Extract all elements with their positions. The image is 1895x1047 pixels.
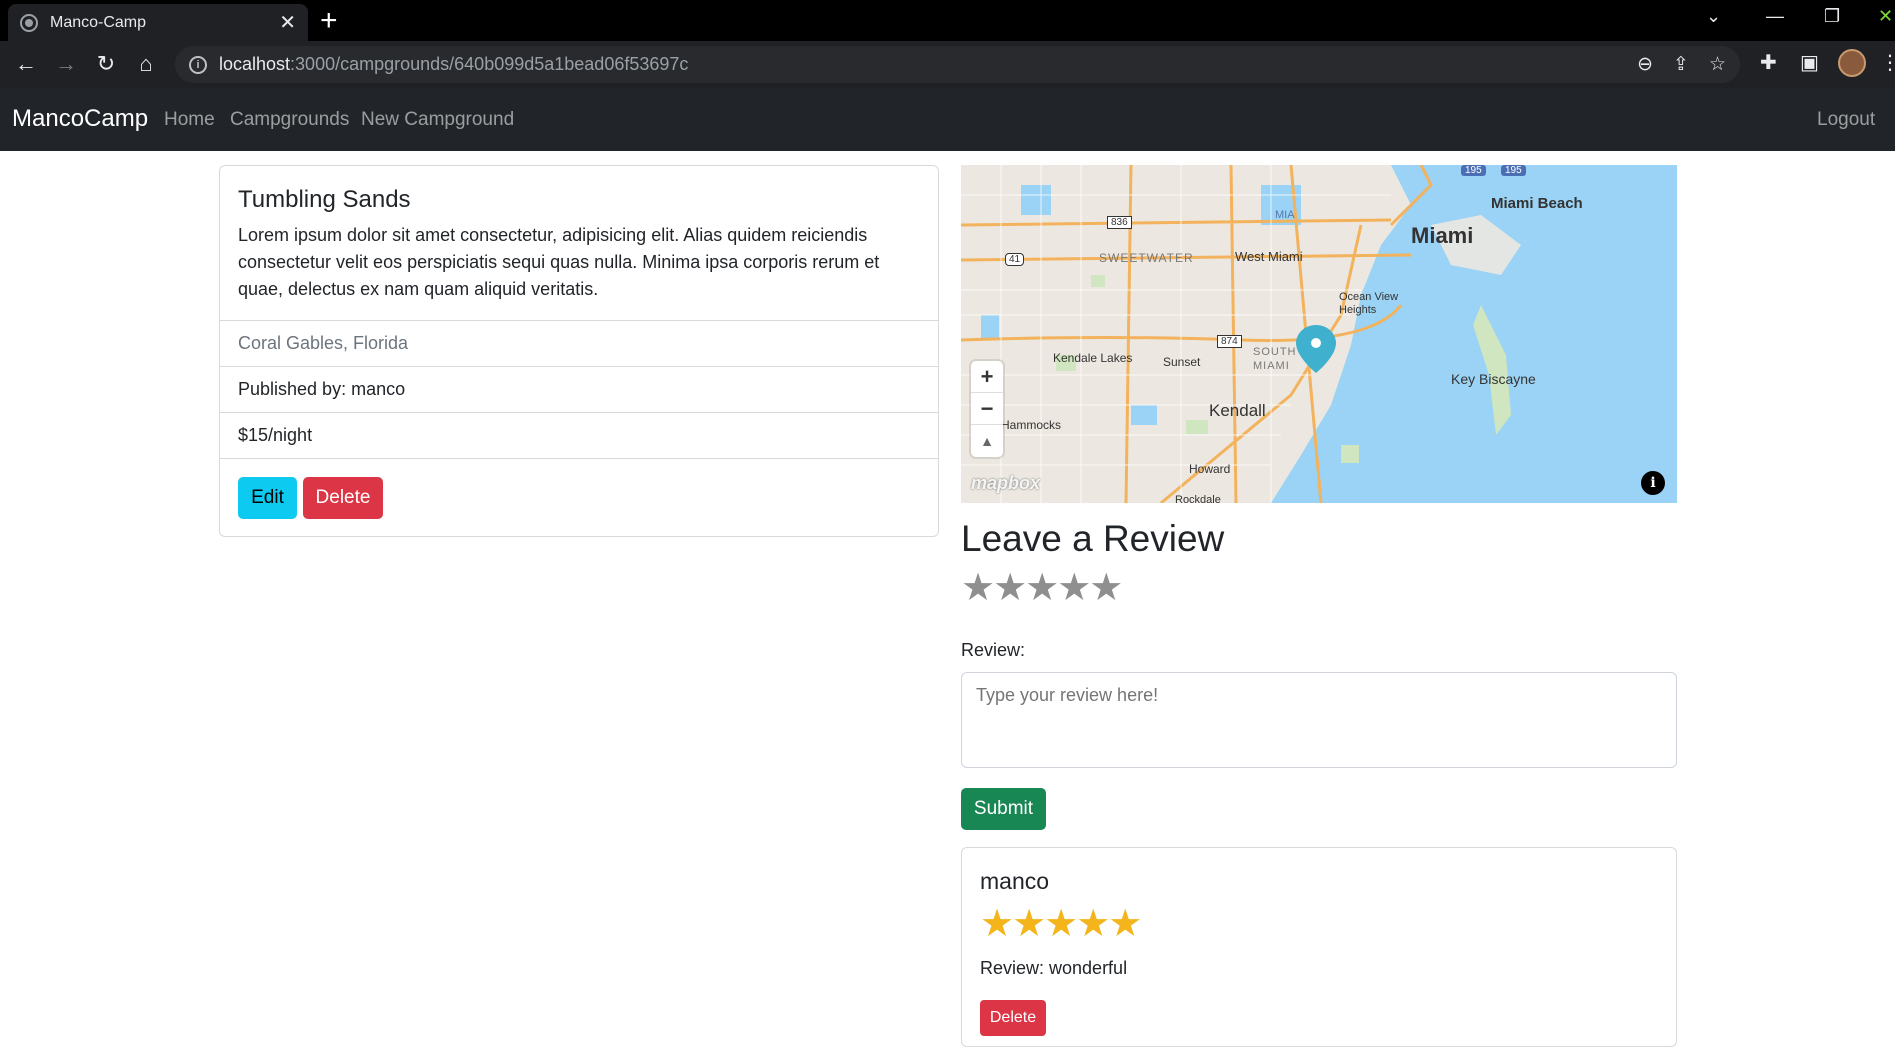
- map-label: Key Biscayne: [1451, 371, 1536, 387]
- map-label: Kendall: [1209, 401, 1266, 420]
- tab-search-icon[interactable]: ⌄: [1706, 6, 1721, 27]
- campground-map[interactable]: Miami Beach Miami MIA West Miami SWEETWA…: [961, 165, 1677, 503]
- browser-toolbar: ← → ↻ ⌂ i localhost:3000/campgrounds/640…: [0, 41, 1895, 88]
- map-label: SWEETWATER: [1099, 251, 1194, 265]
- map-label: Sunset: [1163, 355, 1201, 369]
- site-navbar: MancoCamp Home Campgrounds New Campgroun…: [0, 88, 1895, 151]
- route-shield: 836: [1107, 216, 1132, 229]
- map-label: Kendale Lakes: [1053, 351, 1133, 365]
- nav-link-campgrounds[interactable]: Campgrounds: [230, 109, 349, 131]
- profile-avatar[interactable]: [1838, 49, 1866, 77]
- reload-icon[interactable]: ↻: [92, 51, 120, 77]
- review-text: Review: wonderful: [980, 958, 1128, 978]
- campground-description: Lorem ipsum dolor sit amet consectetur, …: [238, 225, 880, 299]
- zoom-icon[interactable]: ⊖: [1637, 53, 1653, 76]
- zoom-in-icon[interactable]: +: [971, 361, 1003, 393]
- tab-close-icon[interactable]: ✕: [279, 10, 296, 35]
- puzzle-icon[interactable]: ✚: [1760, 50, 1777, 75]
- tab-title: Manco-Camp: [50, 13, 147, 31]
- mapbox-logo[interactable]: mapbox: [971, 473, 1040, 494]
- brand-logo[interactable]: MancoCamp: [12, 105, 148, 133]
- route-shield: 195: [1501, 165, 1526, 176]
- map-navigation-control: + − ▲: [971, 361, 1003, 457]
- route-shield: 874: [1217, 335, 1242, 348]
- sidepanel-icon[interactable]: ▣: [1800, 50, 1819, 75]
- campground-card: Tumbling Sands Lorem ipsum dolor sit ame…: [219, 165, 939, 537]
- map-attribution-info-icon[interactable]: i: [1641, 471, 1665, 495]
- nav-link-new-campground[interactable]: New Campground: [361, 109, 514, 131]
- back-icon[interactable]: ←: [12, 51, 40, 77]
- site-info-icon[interactable]: i: [189, 55, 207, 74]
- logout-link[interactable]: Logout: [1817, 109, 1875, 131]
- bookmark-star-icon[interactable]: ☆: [1709, 53, 1726, 76]
- url-host: localhost: [219, 54, 291, 74]
- zoom-out-icon[interactable]: −: [971, 393, 1003, 425]
- share-icon[interactable]: ⇪: [1673, 53, 1689, 76]
- campground-author: Published by: manco: [220, 366, 938, 412]
- delete-review-button[interactable]: Delete: [980, 1000, 1046, 1036]
- close-window-icon[interactable]: ✕: [1878, 6, 1893, 27]
- restore-icon[interactable]: ❐: [1824, 6, 1840, 27]
- submit-review-button[interactable]: Submit: [961, 788, 1046, 830]
- rating-star-input[interactable]: ★★★★★: [961, 568, 1123, 608]
- review-rating-stars: ★★★★★: [980, 903, 1142, 945]
- route-shield: 195: [1461, 165, 1486, 176]
- browser-tab[interactable]: Manco-Camp ✕: [8, 4, 308, 41]
- campground-price: $15/night: [220, 412, 938, 458]
- review-textarea[interactable]: [961, 672, 1677, 768]
- map-label: MIA: [1275, 209, 1295, 221]
- review-author: manco: [980, 868, 1050, 894]
- map-label: Miami: [1411, 223, 1474, 248]
- forward-icon[interactable]: →: [52, 51, 80, 77]
- map-label: Rockdale: [1175, 494, 1221, 503]
- delete-campground-button[interactable]: Delete: [303, 477, 383, 519]
- menu-icon[interactable]: ⋮: [1880, 50, 1895, 75]
- address-bar[interactable]: i localhost:3000/campgrounds/640b099d5a1…: [175, 46, 1740, 83]
- browser-tab-bar: Manco-Camp ✕ + ⌄ — ❐ ✕: [0, 0, 1895, 41]
- globe-icon: [20, 13, 38, 32]
- campground-title: Tumbling Sands: [238, 186, 411, 213]
- map-label: SOUTH MIAMI: [1253, 346, 1297, 372]
- map-tiles: [961, 165, 1677, 503]
- review-card: manco ★★★★★ Review: wonderful Delete: [961, 847, 1677, 1047]
- url-path: :3000/campgrounds/640b099d5a1bead06f5369…: [290, 54, 689, 74]
- map-label: Hammocks: [1001, 418, 1062, 432]
- new-tab-icon[interactable]: +: [320, 6, 338, 36]
- compass-icon[interactable]: ▲: [971, 425, 1003, 457]
- map-label: Howard: [1189, 462, 1231, 476]
- nav-link-home[interactable]: Home: [164, 109, 215, 131]
- route-shield: 41: [1005, 253, 1025, 266]
- campground-location: Coral Gables, Florida: [220, 320, 938, 366]
- review-label: Review:: [961, 640, 1026, 660]
- edit-button[interactable]: Edit: [238, 477, 297, 519]
- minimize-icon[interactable]: —: [1766, 6, 1784, 27]
- review-form-heading: Leave a Review: [961, 518, 1225, 559]
- map-label: Miami Beach: [1491, 195, 1583, 212]
- map-label: West Miami: [1235, 249, 1303, 264]
- map-label: Ocean View Heights: [1339, 291, 1399, 316]
- home-icon[interactable]: ⌂: [132, 51, 160, 77]
